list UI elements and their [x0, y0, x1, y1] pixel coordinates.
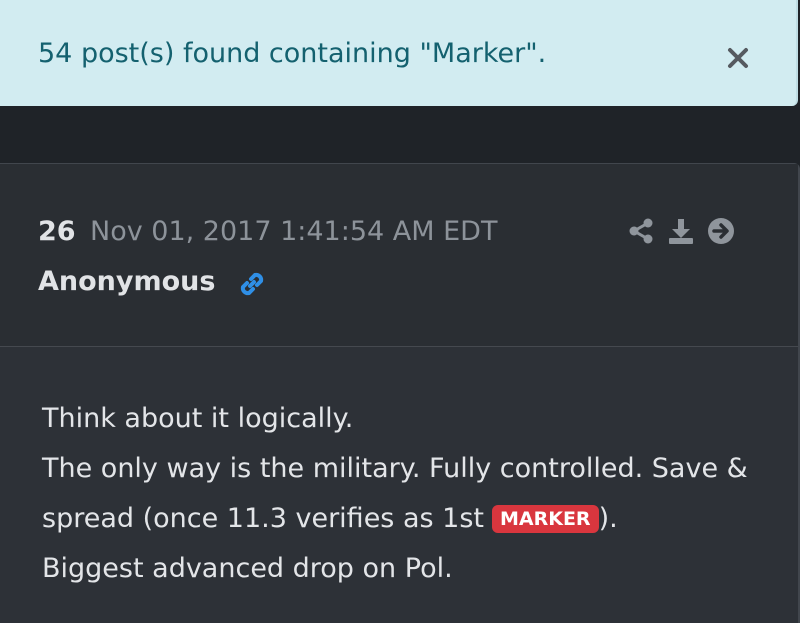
arrow-right-circle-icon[interactable]: [706, 216, 736, 246]
link-icon[interactable]: [236, 268, 268, 300]
post-body: Think about it logically. The only way i…: [42, 394, 782, 594]
post-header: 26 Nov 01, 2017 1:41:54 AM EDT Anonymous: [0, 164, 798, 347]
post-line-4: Biggest advanced drop on Pol.: [42, 553, 453, 584]
post-line-3-end: ).: [598, 503, 618, 534]
post-line-1: Think about it logically.: [42, 403, 354, 434]
post-date: Nov 01, 2017 1:41:54 AM EDT: [90, 216, 498, 247]
search-result-alert: 54 post(s) found containing "Marker".: [0, 0, 798, 106]
post-author: Anonymous: [38, 266, 216, 297]
share-icon[interactable]: [626, 216, 656, 246]
post-line-3-text: spread (once 11.3 verifies as 1st: [42, 503, 484, 534]
post-line-2: The only way is the military. Fully cont…: [42, 453, 748, 484]
download-icon[interactable]: [666, 216, 696, 246]
alert-message: 54 post(s) found containing "Marker".: [38, 38, 547, 69]
marker-badge: MARKER: [491, 505, 599, 533]
post-line-3: spread (once 11.3 verifies as 1st MARKER)…: [42, 494, 782, 544]
post-number[interactable]: 26: [38, 216, 76, 247]
post-card: 26 Nov 01, 2017 1:41:54 AM EDT Anonymous: [0, 163, 800, 623]
alert-close-button[interactable]: [722, 40, 754, 76]
post-actions: [626, 216, 736, 246]
close-icon: [728, 48, 748, 68]
